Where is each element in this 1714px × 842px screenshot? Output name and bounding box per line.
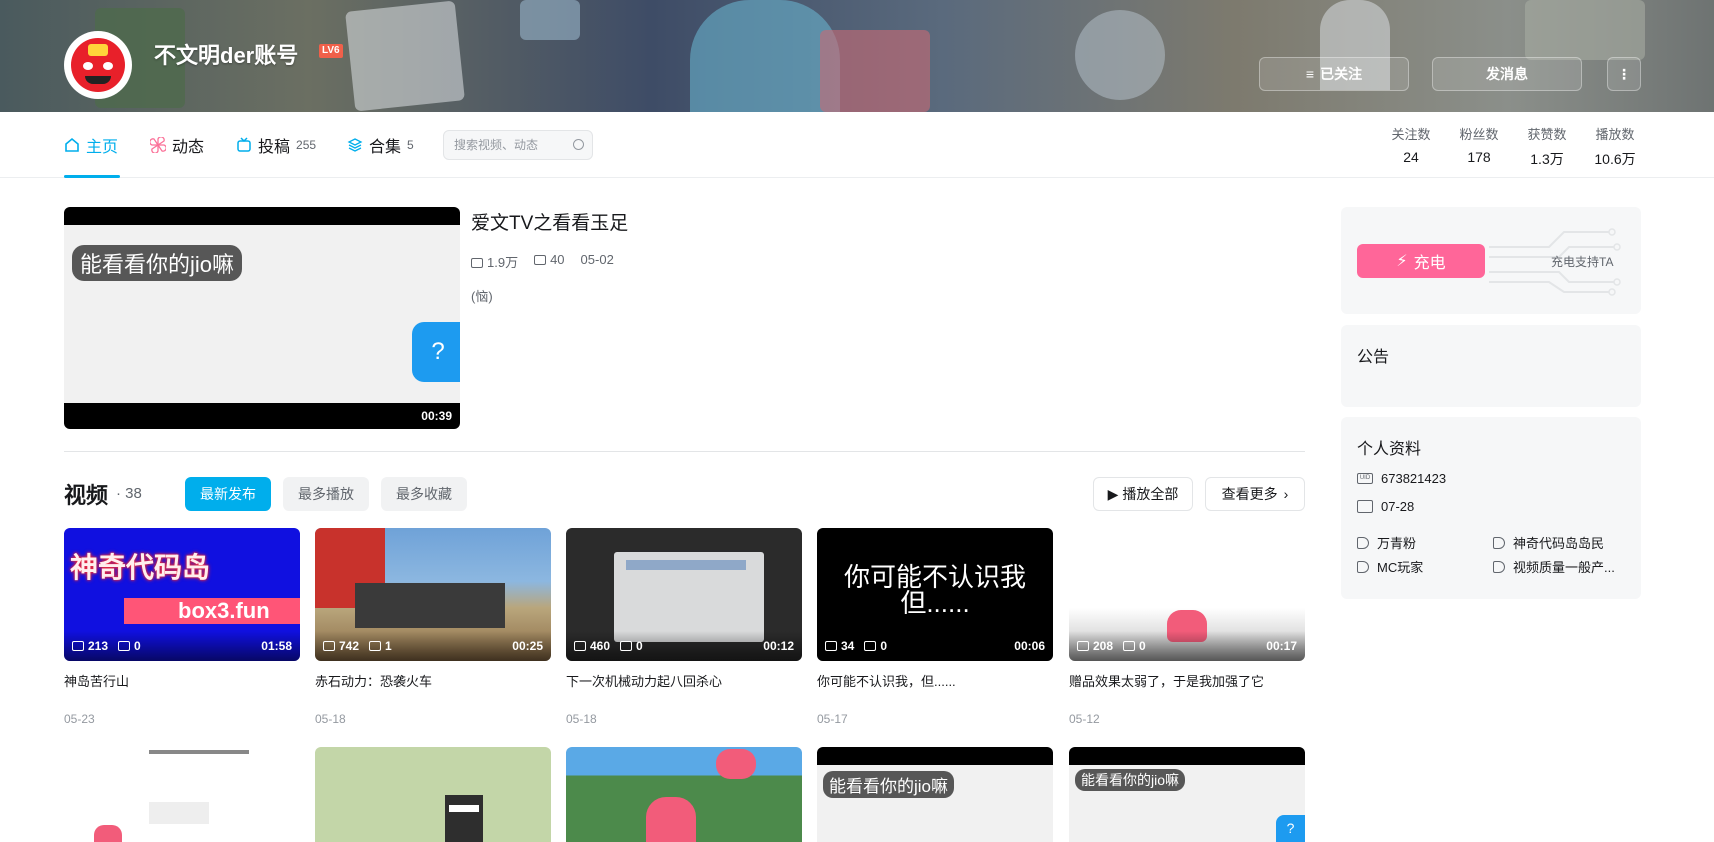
- layers-icon: [347, 138, 363, 152]
- featured-description: (恼): [471, 289, 493, 304]
- video-card-thumbnail[interactable]: 神奇代码岛 box3.fun 213 0 01:58: [64, 528, 300, 661]
- uid-row: UID 673821423: [1357, 471, 1446, 486]
- banner-character: [690, 0, 840, 112]
- play-count-icon: [471, 258, 483, 268]
- featured-thumb-caption: 能看看你的jio嘛: [72, 245, 243, 281]
- search-icon[interactable]: [573, 139, 584, 150]
- danmaku-icon: [620, 641, 633, 651]
- charge-panel: ⚡ 充电 充电支持TA: [1341, 207, 1641, 314]
- tv-icon: [237, 137, 251, 152]
- profile-info-panel: 个人资料 UID 673821423 07-28 万青粉 神奇代码岛岛民 MC玩…: [1341, 417, 1641, 599]
- pinwheel-icon: [150, 137, 166, 153]
- video-card-date: 05-18: [315, 712, 346, 726]
- video-card-thumbnail[interactable]: [64, 747, 300, 842]
- notice-title: 公告: [1357, 349, 1390, 366]
- video-card-date: 05-23: [64, 712, 95, 726]
- message-button[interactable]: 发消息: [1432, 57, 1582, 91]
- featured-thumb-bubble: ?: [412, 322, 460, 382]
- featured-title[interactable]: 爱文TV之看看玉足: [471, 208, 628, 235]
- notice-panel: 公告: [1341, 325, 1641, 407]
- sort-most-favorited-button[interactable]: 最多收藏: [381, 477, 467, 511]
- stat-following[interactable]: 关注数 24: [1381, 124, 1441, 165]
- danmaku-icon: [369, 641, 382, 651]
- lightning-icon: ⚡: [1396, 253, 1408, 270]
- video-card-title[interactable]: 神岛苦行山: [64, 671, 129, 690]
- profile-info-title: 个人资料: [1357, 441, 1422, 458]
- video-card-title[interactable]: 赤石动力：恐袭火车: [315, 671, 432, 690]
- stat-followers[interactable]: 粉丝数 178: [1449, 124, 1509, 165]
- see-more-button[interactable]: 查看更多 ›: [1205, 477, 1305, 511]
- video-card-date: 05-17: [817, 712, 848, 726]
- tag-item[interactable]: 视频质量一般产...: [1493, 557, 1615, 576]
- banner-tv: [1525, 0, 1645, 60]
- birthday-row: 07-28: [1357, 499, 1414, 514]
- level-badge: LV6: [319, 44, 343, 58]
- play-count-icon: [825, 641, 837, 651]
- video-card-thumbnail[interactable]: 能看看你的jio嘛: [817, 747, 1053, 842]
- tag-item[interactable]: 万青粉: [1357, 533, 1416, 552]
- profile-nav: 主页 动态 投稿 255 合集 5 搜索视频、动态 关注数 24 粉丝数 178…: [0, 112, 1714, 178]
- featured-duration: 00:39: [421, 409, 452, 423]
- sort-newest-button[interactable]: 最新发布: [185, 477, 271, 511]
- videos-section-title: 视频: [64, 483, 109, 508]
- featured-meta: 1.9万 40 05-02: [471, 252, 614, 271]
- more-vertical-icon: ⋮: [1617, 65, 1631, 82]
- sort-most-played-button[interactable]: 最多播放: [283, 477, 369, 511]
- videos-count: · 38: [116, 485, 142, 502]
- danmaku-icon: [118, 641, 131, 651]
- follow-button[interactable]: ≡ 已关注: [1259, 57, 1409, 91]
- video-card-title[interactable]: 你可能不认识我，但......: [817, 671, 956, 690]
- banner-fan: [1075, 10, 1165, 100]
- video-card-thumbnail[interactable]: 能看看你的jio嘛 ?: [1069, 747, 1305, 842]
- username: 不文明der账号: [154, 43, 299, 68]
- video-card-thumbnail[interactable]: 742 1 00:25: [315, 528, 551, 661]
- tab-collections[interactable]: 合集 5: [347, 112, 414, 178]
- more-options-button[interactable]: ⋮: [1607, 57, 1641, 91]
- avatar-face: [71, 38, 125, 92]
- charge-button[interactable]: ⚡ 充电: [1357, 244, 1485, 278]
- stat-plays: 播放数 10.6万: [1594, 127, 1636, 167]
- charge-support-text: 充电支持TA: [1551, 255, 1614, 269]
- tag-icon: [1493, 536, 1505, 549]
- video-card-thumbnail[interactable]: 460 0 00:12: [566, 528, 802, 661]
- video-card-date: 05-12: [1069, 712, 1100, 726]
- danmaku-icon: [534, 255, 547, 265]
- video-card-date: 05-18: [566, 712, 597, 726]
- tab-uploads[interactable]: 投稿 255: [236, 112, 316, 178]
- danmaku-icon: [1123, 641, 1136, 651]
- featured-video-thumbnail[interactable]: 能看看你的jio嘛 ? 00:39: [64, 207, 460, 429]
- video-card-thumbnail[interactable]: [315, 747, 551, 842]
- divider: [64, 451, 1305, 452]
- video-card-title[interactable]: 下一次机械动力起八回杀心: [566, 671, 722, 690]
- play-count-icon: [1077, 641, 1089, 651]
- stat-likes: 获赞数 1.3万: [1527, 127, 1567, 167]
- banner-window: [520, 0, 580, 40]
- tag-item[interactable]: 神奇代码岛岛民: [1493, 533, 1604, 552]
- video-card-title[interactable]: 赠品效果太弱了，于是我加强了它: [1069, 671, 1264, 690]
- chevron-right-icon: ›: [1283, 486, 1289, 502]
- tab-home[interactable]: 主页: [64, 112, 120, 178]
- home-icon: [65, 137, 79, 152]
- tag-icon: [1357, 536, 1369, 549]
- tab-dynamic[interactable]: 动态: [150, 112, 204, 178]
- play-count-icon: [323, 641, 335, 651]
- cake-icon: [1357, 500, 1373, 513]
- uid-icon: UID: [1357, 473, 1373, 484]
- tag-item[interactable]: MC玩家: [1357, 557, 1423, 576]
- play-count-icon: [72, 641, 84, 651]
- avatar[interactable]: [64, 31, 132, 99]
- menu-icon: ≡: [1305, 66, 1315, 82]
- video-card-thumbnail[interactable]: [566, 747, 802, 842]
- banner-monitor: [345, 0, 465, 112]
- play-all-button[interactable]: ▶ 播放全部: [1093, 477, 1193, 511]
- video-card-thumbnail[interactable]: 你可能不认识我 但...... 34 0 00:06: [817, 528, 1053, 661]
- banner-chair: [820, 30, 930, 112]
- danmaku-icon: [864, 641, 877, 651]
- tag-icon: [1493, 560, 1505, 573]
- tag-icon: [1357, 560, 1369, 573]
- play-icon: ▶: [1107, 485, 1119, 502]
- video-card-thumbnail[interactable]: 208 0 00:17: [1069, 528, 1305, 661]
- play-count-icon: [574, 641, 586, 651]
- search-input[interactable]: 搜索视频、动态: [443, 130, 593, 160]
